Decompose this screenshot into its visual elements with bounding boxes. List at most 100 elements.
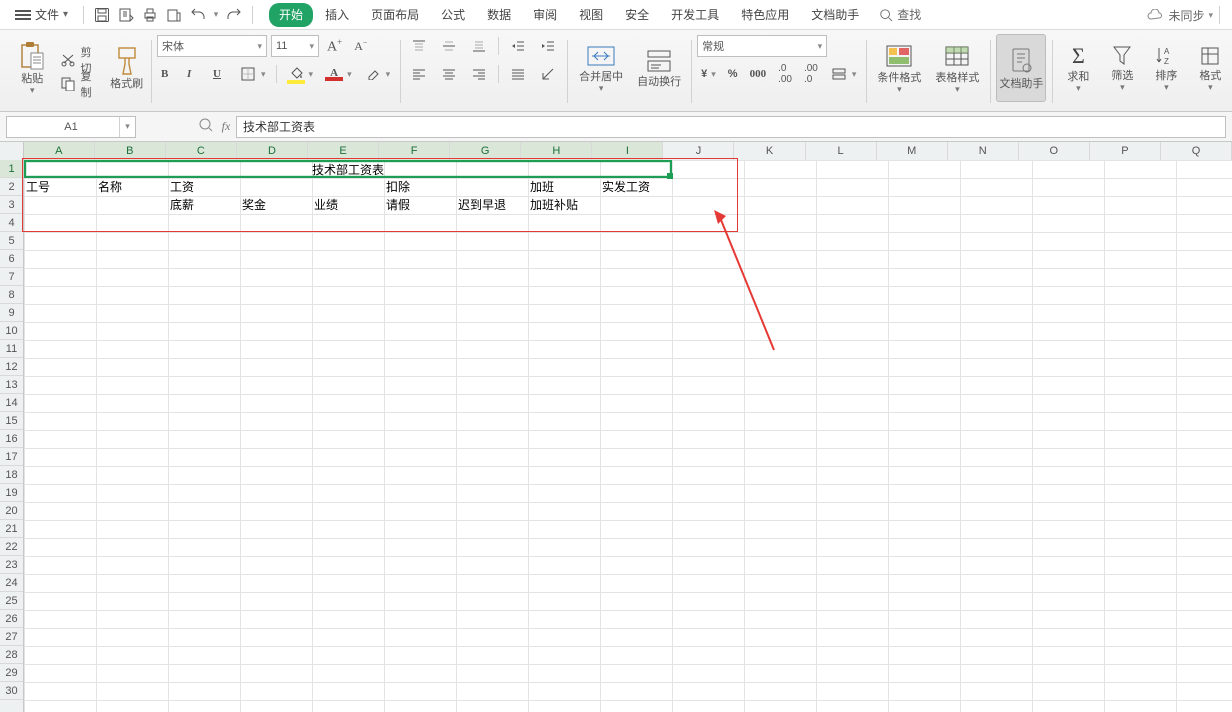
- tab-insert[interactable]: 插入: [315, 3, 359, 27]
- percent-button[interactable]: %: [724, 63, 742, 85]
- row-header-26[interactable]: 26: [0, 610, 23, 628]
- row-header-3[interactable]: 3: [0, 196, 23, 214]
- increase-font-button[interactable]: A+: [323, 35, 346, 57]
- font-color-button[interactable]: A▾: [321, 63, 356, 85]
- tab-review[interactable]: 审阅: [523, 3, 567, 27]
- row-header-22[interactable]: 22: [0, 538, 23, 556]
- cell-A2[interactable]: 工号: [24, 178, 50, 196]
- row-header-6[interactable]: 6: [0, 250, 23, 268]
- align-left-button[interactable]: [406, 63, 432, 85]
- search-button[interactable]: 查找: [879, 6, 921, 23]
- increase-indent-button[interactable]: [535, 35, 561, 57]
- col-header-H[interactable]: H: [521, 142, 592, 160]
- save-icon[interactable]: [90, 3, 114, 27]
- col-header-P[interactable]: P: [1090, 142, 1161, 160]
- align-bottom-button[interactable]: [466, 35, 492, 57]
- cells-area[interactable]: 技术部工资表 工号 名称 工资 扣除 加班 实发工资 底薪 奖金 业绩 请假 迟…: [24, 160, 1232, 712]
- undo-dropdown[interactable]: ▾: [210, 3, 222, 27]
- filter-button[interactable]: 筛选▾: [1102, 34, 1142, 102]
- row-header-16[interactable]: 16: [0, 430, 23, 448]
- col-header-Q[interactable]: Q: [1161, 142, 1232, 160]
- copy-button[interactable]: 复制: [56, 73, 104, 95]
- decrease-decimal-button[interactable]: .00.0: [800, 63, 822, 85]
- undo-icon[interactable]: [186, 3, 210, 27]
- align-middle-button[interactable]: [436, 35, 462, 57]
- cell-G3[interactable]: 迟到早退: [456, 196, 506, 214]
- row-header-21[interactable]: 21: [0, 520, 23, 538]
- cell-C2[interactable]: 工资: [168, 178, 194, 196]
- col-header-C[interactable]: C: [166, 142, 237, 160]
- row-header-25[interactable]: 25: [0, 592, 23, 610]
- col-header-E[interactable]: E: [308, 142, 379, 160]
- underline-button[interactable]: U: [209, 63, 231, 85]
- tab-doc-helper[interactable]: 文档助手: [801, 3, 869, 27]
- row-header-13[interactable]: 13: [0, 376, 23, 394]
- row-header-12[interactable]: 12: [0, 358, 23, 376]
- cell-E3[interactable]: 业绩: [312, 196, 338, 214]
- print-icon[interactable]: [138, 3, 162, 27]
- align-top-button[interactable]: [406, 35, 432, 57]
- row-header-11[interactable]: 11: [0, 340, 23, 358]
- currency-button[interactable]: ¥▾: [697, 63, 720, 85]
- cell-C3[interactable]: 底薪: [168, 196, 194, 214]
- increase-decimal-button[interactable]: .0.00: [774, 63, 796, 85]
- row-header-15[interactable]: 15: [0, 412, 23, 430]
- col-header-B[interactable]: B: [95, 142, 166, 160]
- row-header-7[interactable]: 7: [0, 268, 23, 286]
- row-header-28[interactable]: 28: [0, 646, 23, 664]
- tab-view[interactable]: 视图: [569, 3, 613, 27]
- cell-H3[interactable]: 加班补贴: [528, 196, 578, 214]
- tab-formula[interactable]: 公式: [431, 3, 475, 27]
- paste-button[interactable]: 粘贴 ▾: [12, 34, 52, 102]
- border-button[interactable]: ▾: [235, 63, 270, 85]
- col-header-N[interactable]: N: [948, 142, 1019, 160]
- row-header-29[interactable]: 29: [0, 664, 23, 682]
- sync-status-label[interactable]: 未同步: [1168, 7, 1204, 24]
- row-header-10[interactable]: 10: [0, 322, 23, 340]
- row-header-30[interactable]: 30: [0, 682, 23, 700]
- number-format-combo[interactable]: 常规▾: [697, 35, 827, 57]
- align-right-button[interactable]: [466, 63, 492, 85]
- doc-helper-button[interactable]: 文档助手: [996, 34, 1046, 102]
- row-header-17[interactable]: 17: [0, 448, 23, 466]
- cell-F3[interactable]: 请假: [384, 196, 410, 214]
- col-header-K[interactable]: K: [734, 142, 805, 160]
- trace-icon[interactable]: [196, 118, 216, 135]
- orientation-button[interactable]: [535, 63, 561, 85]
- chevron-down-icon[interactable]: ▾: [119, 117, 135, 137]
- italic-button[interactable]: I: [183, 63, 205, 85]
- conditional-format-button[interactable]: 条件格式▾: [872, 34, 926, 102]
- col-header-L[interactable]: L: [806, 142, 877, 160]
- align-center-button[interactable]: [436, 63, 462, 85]
- col-header-D[interactable]: D: [237, 142, 308, 160]
- print-preview-icon[interactable]: [114, 3, 138, 27]
- name-box[interactable]: A1 ▾: [6, 116, 136, 138]
- justify-button[interactable]: [505, 63, 531, 85]
- col-header-M[interactable]: M: [877, 142, 948, 160]
- row-header-1[interactable]: 1: [0, 160, 23, 178]
- tab-layout[interactable]: 页面布局: [361, 3, 429, 27]
- comma-button[interactable]: 000: [746, 63, 771, 85]
- col-header-O[interactable]: O: [1019, 142, 1090, 160]
- row-header-23[interactable]: 23: [0, 556, 23, 574]
- cell-I2[interactable]: 实发工资: [600, 178, 650, 196]
- format-button[interactable]: 格式▾: [1190, 34, 1230, 102]
- tab-security[interactable]: 安全: [615, 3, 659, 27]
- row-header-5[interactable]: 5: [0, 232, 23, 250]
- redo-icon[interactable]: [222, 3, 246, 27]
- tab-special[interactable]: 特色应用: [731, 3, 799, 27]
- cell-D3[interactable]: 奖金: [240, 196, 266, 214]
- row-header-14[interactable]: 14: [0, 394, 23, 412]
- font-name-combo[interactable]: 宋体▾: [157, 35, 267, 57]
- row-header-27[interactable]: 27: [0, 628, 23, 646]
- file-menu-button[interactable]: 文件 ▾: [6, 3, 77, 26]
- row-header-20[interactable]: 20: [0, 502, 23, 520]
- cell-B2[interactable]: 名称: [96, 178, 122, 196]
- decrease-indent-button[interactable]: [505, 35, 531, 57]
- formula-input[interactable]: 技术部工资表: [236, 116, 1226, 138]
- cell-type-button[interactable]: ▾: [826, 63, 861, 85]
- sum-button[interactable]: Σ 求和▾: [1058, 34, 1098, 102]
- row-header-19[interactable]: 19: [0, 484, 23, 502]
- row-header-2[interactable]: 2: [0, 178, 23, 196]
- col-header-J[interactable]: J: [663, 142, 734, 160]
